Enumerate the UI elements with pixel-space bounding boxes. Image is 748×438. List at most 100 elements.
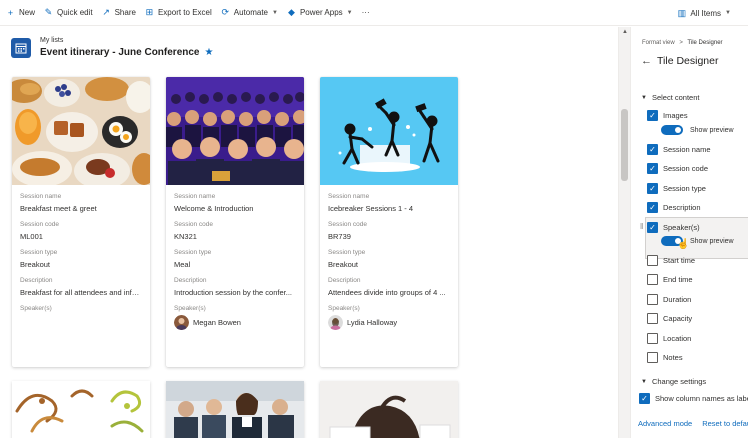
command-bar: + New ✎ Quick edit ↗ Share ⊞ Export to E…: [0, 0, 748, 26]
toggle-on[interactable]: [661, 125, 683, 135]
speaker-name: Lydia Halloway: [347, 318, 398, 327]
session-type-label: Session type: [20, 249, 58, 256]
option-location[interactable]: Location: [647, 333, 691, 344]
option-label: Images: [663, 111, 688, 120]
select-content-section[interactable]: ▼ Select content: [641, 93, 699, 102]
power-apps-button[interactable]: ◆ Power Apps ▼: [287, 7, 353, 18]
calendar-list-icon: [11, 38, 31, 58]
change-settings-section[interactable]: ▼ Change settings: [641, 377, 706, 386]
vertical-scrollbar[interactable]: ▲: [618, 27, 630, 438]
scroll-thumb[interactable]: [621, 109, 628, 181]
session-type-value: Breakout: [20, 260, 51, 269]
quick-edit-button[interactable]: ✎ Quick edit: [44, 7, 93, 18]
favorite-star-icon[interactable]: ★: [205, 47, 214, 58]
option-label: Notes: [663, 353, 683, 362]
checkbox-unchecked-icon[interactable]: [647, 333, 658, 344]
session-name-label: Session name: [20, 193, 62, 200]
checkbox-checked-icon[interactable]: ✓: [647, 202, 658, 213]
reset-defaults-link[interactable]: Reset to defau: [702, 419, 748, 428]
session-name-value: Welcome & Introduction: [174, 204, 254, 213]
speakers-label: Speaker(s): [328, 305, 360, 312]
share-button[interactable]: ↗ Share: [102, 7, 136, 18]
tile-card[interactable]: Session name Icebreaker Sessions 1 - 4 S…: [320, 77, 458, 367]
option-notes[interactable]: Notes: [647, 352, 683, 363]
checkbox-unchecked-icon[interactable]: [647, 294, 658, 305]
checkbox-checked-icon[interactable]: ✓: [639, 393, 650, 404]
avatar: [328, 315, 343, 330]
speaker-persona[interactable]: Lydia Halloway: [328, 315, 450, 330]
new-button[interactable]: + New: [6, 8, 35, 18]
tile-card[interactable]: [166, 381, 304, 438]
option-duration[interactable]: Duration: [647, 294, 691, 305]
panel-breadcrumb: Format view > Tile Designer: [642, 40, 723, 46]
option-session-type[interactable]: ✓ Session type: [647, 183, 706, 194]
checkbox-checked-icon[interactable]: ✓: [647, 163, 658, 174]
pencil-icon: ✎: [44, 7, 53, 17]
drag-handle-icon[interactable]: ‖: [640, 222, 643, 231]
list-view: My lists Event itinerary - June Conferen…: [0, 27, 618, 438]
view-selector[interactable]: ▥ All Items ▼: [677, 8, 731, 19]
tile-card[interactable]: [320, 381, 458, 438]
option-label: Session name: [663, 145, 711, 154]
list-header: My lists Event itinerary - June Conferen…: [11, 37, 213, 58]
breadcrumb-tile-designer: Tile Designer: [687, 40, 723, 46]
more-button[interactable]: ···: [362, 8, 370, 17]
tile-card[interactable]: [12, 381, 150, 438]
page-title: Event itinerary - June Conference: [40, 47, 200, 58]
tiles-view-icon: ▥: [677, 7, 687, 18]
chevron-down-icon: ▼: [272, 9, 278, 16]
description-label: Description: [20, 277, 53, 284]
excel-icon: ⊞: [145, 7, 154, 17]
option-label: Speaker(s): [663, 223, 700, 232]
option-session-name[interactable]: ✓ Session name: [647, 144, 711, 155]
speaker-persona[interactable]: Megan Bowen: [174, 315, 296, 330]
checkbox-checked-icon[interactable]: ✓: [647, 222, 658, 233]
decorative-swirl-image: [12, 381, 150, 438]
option-capacity[interactable]: Capacity: [647, 313, 692, 324]
checkbox-unchecked-icon[interactable]: [647, 255, 658, 266]
option-show-column-names[interactable]: ✓ Show column names as labe: [639, 393, 748, 404]
images-preview-toggle[interactable]: Show preview: [661, 125, 734, 135]
business-team-image: [166, 381, 304, 438]
chevron-down-icon: ▼: [641, 378, 647, 385]
checkbox-checked-icon[interactable]: ✓: [647, 144, 658, 155]
option-images[interactable]: ✓ Images: [647, 110, 688, 121]
hand-cursor-icon: ☝: [677, 239, 690, 250]
show-preview-label: Show preview: [690, 237, 734, 245]
view-label: All Items: [690, 8, 722, 18]
breadcrumb-format-view[interactable]: Format view: [642, 40, 675, 46]
tile-card[interactable]: Session name Breakfast meet & greet Sess…: [12, 77, 150, 367]
option-session-code[interactable]: ✓ Session code: [647, 163, 708, 174]
breadcrumb[interactable]: My lists: [40, 37, 213, 44]
workspace-image: [320, 381, 458, 438]
option-speakers[interactable]: ✓ Speaker(s): [647, 222, 700, 233]
panel-footer: Advanced mode Reset to defau: [638, 419, 748, 428]
speakers-preview-toggle[interactable]: Show preview: [661, 236, 734, 246]
plus-icon: +: [7, 7, 14, 18]
share-label: Share: [114, 8, 136, 17]
export-button[interactable]: ⊞ Export to Excel: [145, 7, 212, 18]
checkbox-unchecked-icon[interactable]: [647, 352, 658, 363]
back-arrow-icon[interactable]: ←: [641, 55, 652, 67]
checkbox-unchecked-icon[interactable]: [647, 274, 658, 285]
scroll-up-arrow-icon[interactable]: ▲: [622, 29, 628, 35]
tile-card[interactable]: Session name Welcome & Introduction Sess…: [166, 77, 304, 367]
chevron-down-icon: ▼: [725, 10, 731, 16]
session-name-label: Session name: [328, 193, 370, 200]
option-start-time[interactable]: Start time: [647, 255, 695, 266]
option-end-time[interactable]: End time: [647, 274, 693, 285]
checkbox-unchecked-icon[interactable]: [647, 313, 658, 324]
automate-icon: ⟳: [221, 7, 230, 17]
description-value: Introduction session by the confer...: [174, 288, 292, 297]
audience-image: [166, 77, 304, 185]
checkbox-checked-icon[interactable]: ✓: [647, 183, 658, 194]
option-label: Session code: [663, 164, 709, 173]
advanced-mode-link[interactable]: Advanced mode: [638, 419, 692, 428]
session-code-value: BR739: [328, 232, 351, 241]
export-label: Export to Excel: [157, 8, 212, 17]
checkbox-checked-icon[interactable]: ✓: [647, 110, 658, 121]
description-label: Description: [174, 277, 207, 284]
option-description[interactable]: ✓ Description: [647, 202, 701, 213]
automate-button[interactable]: ⟳ Automate ▼: [221, 7, 278, 18]
description-value: Breakfast for all attendees and info...: [20, 288, 142, 297]
